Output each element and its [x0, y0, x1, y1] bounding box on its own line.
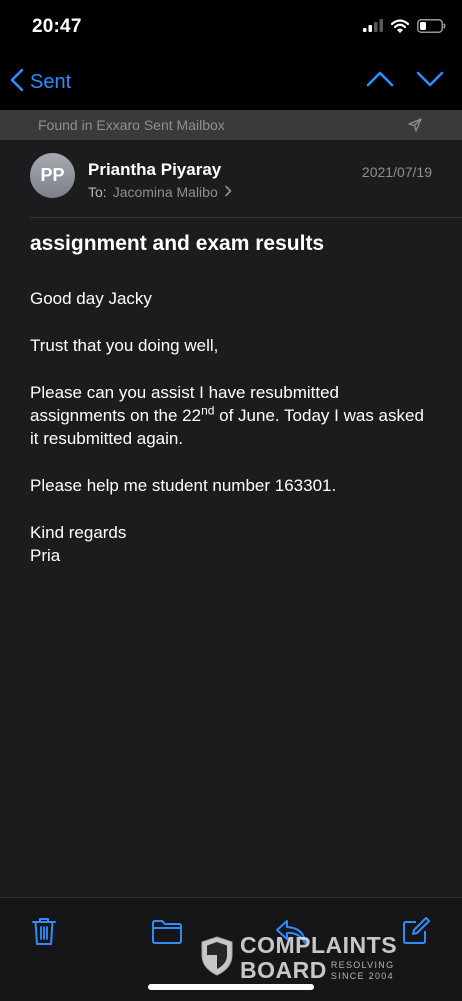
message-navigation [366, 70, 444, 93]
email-date: 2021/07/19 [361, 164, 432, 180]
greeting: Good day Jacky [30, 289, 152, 308]
compose-icon[interactable] [401, 916, 431, 951]
watermark-tagline1: RESOLVING [330, 959, 395, 970]
cellular-signal-icon [363, 19, 383, 37]
body-paragraph-assist: Please can you assist I have resubmitted… [30, 381, 435, 450]
back-button[interactable]: Sent [10, 68, 71, 97]
chevron-down-icon[interactable] [416, 70, 444, 93]
closing-line: Kind regards [30, 523, 127, 542]
body-line-trust: Trust that you doing well, [30, 336, 219, 355]
email-header: PP Priantha Piyaray To: Jacomina Malibo … [0, 140, 462, 218]
avatar: PP [30, 153, 75, 198]
header-divider [30, 217, 462, 218]
watermark-line2-row: BOARD RESOLVING SINCE 2004 [240, 959, 397, 982]
chevron-left-icon [10, 68, 24, 97]
email-subject: assignment and exam results [30, 232, 325, 255]
watermark-text: COMPLAINTS BOARD RESOLVING SINCE 2004 [240, 934, 397, 982]
signature: Pria [30, 546, 61, 565]
recipient-name: Jacomina Malibo [112, 184, 218, 200]
status-icons [363, 18, 446, 38]
wifi-icon [390, 18, 410, 38]
recipient-row[interactable]: To: Jacomina Malibo [88, 184, 232, 200]
shield-logo-icon [200, 935, 234, 982]
home-indicator[interactable] [148, 984, 314, 990]
status-time: 20:47 [32, 16, 82, 37]
mailbox-label: Found in Exxaro Sent Mailbox [38, 117, 225, 133]
mailbox-banner: Found in Exxaro Sent Mailbox [0, 110, 462, 140]
watermark-tagline2: SINCE 2004 [330, 970, 394, 981]
watermark-tagline: RESOLVING SINCE 2004 [331, 960, 395, 982]
chevron-up-icon[interactable] [366, 70, 394, 93]
watermark-line1: COMPLAINTS [240, 932, 398, 958]
body-line-help: Please help me student number 163301. [30, 476, 337, 495]
folder-icon[interactable] [151, 919, 183, 950]
watermark-line2: BOARD [240, 957, 327, 983]
ordinal-suffix: nd [201, 403, 215, 418]
chevron-right-icon [224, 184, 232, 200]
send-icon [408, 118, 422, 137]
closing: Kind regards Pria [30, 521, 435, 567]
to-label: To: [88, 184, 107, 200]
complaints-board-watermark: COMPLAINTS BOARD RESOLVING SINCE 2004 [200, 934, 397, 982]
nav-bar: Sent [0, 52, 462, 110]
back-button-label: Sent [30, 71, 72, 93]
status-bar: 20:47 [0, 0, 462, 52]
trash-icon[interactable] [31, 916, 57, 951]
sender-name[interactable]: Priantha Piyaray [88, 160, 221, 180]
email-body: Good day Jacky Trust that you doing well… [30, 287, 435, 567]
battery-icon [417, 18, 446, 38]
